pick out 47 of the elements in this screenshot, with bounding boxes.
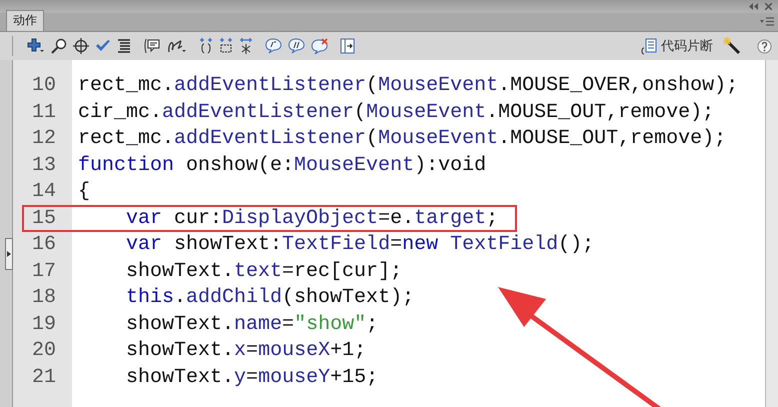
line-number: 11 bbox=[31, 100, 58, 126]
code-line: cir_mc.addEventListener(MouseEvent.MOUSE_OUT,remove); bbox=[77, 100, 714, 126]
line-number: 17 bbox=[31, 258, 58, 284]
code-line: rect_mc.addEventListener(MouseEvent.MOUSE_OUT,remove); bbox=[77, 126, 726, 152]
block-comment-icon[interactable] bbox=[265, 38, 282, 54]
line-number: 21 bbox=[31, 364, 58, 390]
line-number: 13 bbox=[31, 152, 58, 178]
line-number: 18 bbox=[31, 285, 58, 311]
line-number: 16 bbox=[31, 232, 58, 258]
collapse-braces-icon[interactable] bbox=[199, 38, 213, 54]
expand-all-icon[interactable] bbox=[239, 38, 253, 54]
line-number: 10 bbox=[31, 73, 58, 99]
collapse-icon[interactable] bbox=[749, 3, 758, 10]
code-line: rect_mc.addEventListener(MouseEvent.MOUSE_OVER,onshow); bbox=[77, 73, 738, 99]
code-snippets-button[interactable]: 代码片断 bbox=[637, 37, 717, 55]
format-lines-icon[interactable] bbox=[117, 38, 131, 54]
code-line: function onshow(e:MouseEvent):void bbox=[77, 152, 486, 178]
panel-menu-icon[interactable] bbox=[760, 17, 774, 26]
code-line: showText.x=mouseX+1; bbox=[125, 338, 366, 364]
code-line: showText.text=rec[cur]; bbox=[125, 258, 402, 284]
code-line: var cur:DisplayObject=e.target; bbox=[125, 206, 498, 232]
magic-wand-icon[interactable] bbox=[723, 37, 741, 55]
code-line: { bbox=[77, 179, 90, 205]
panel-toggle-icon[interactable] bbox=[340, 38, 355, 54]
help-icon[interactable] bbox=[757, 38, 772, 54]
code-line: var showText:TextField=new TextField(); bbox=[125, 232, 594, 258]
collapse-selection-icon[interactable] bbox=[219, 38, 233, 54]
collapse-handle[interactable] bbox=[5, 238, 13, 270]
code-line: showText.y=mouseY+15; bbox=[125, 364, 378, 390]
remove-comment-icon[interactable] bbox=[311, 38, 328, 54]
line-number: 19 bbox=[31, 312, 58, 338]
search-icon[interactable] bbox=[51, 38, 67, 54]
line-number: 12 bbox=[31, 126, 58, 152]
tab[interactable]: 动作 bbox=[6, 10, 44, 31]
code-line: this.addChild(showText); bbox=[125, 285, 414, 311]
add-icon[interactable] bbox=[27, 38, 45, 54]
code-line: showText.name="show"; bbox=[125, 312, 378, 338]
line-comment-icon[interactable] bbox=[288, 38, 305, 54]
debug-icon[interactable] bbox=[167, 38, 187, 54]
line-number: 14 bbox=[31, 179, 58, 205]
close-icon[interactable] bbox=[765, 3, 772, 10]
code-hint-icon[interactable] bbox=[143, 38, 161, 54]
scrollbar[interactable] bbox=[765, 60, 778, 407]
crosshair-icon[interactable] bbox=[73, 38, 89, 54]
line-number: 15 bbox=[31, 206, 58, 232]
snippet-document-icon bbox=[641, 38, 657, 54]
line-number: 20 bbox=[31, 338, 58, 364]
